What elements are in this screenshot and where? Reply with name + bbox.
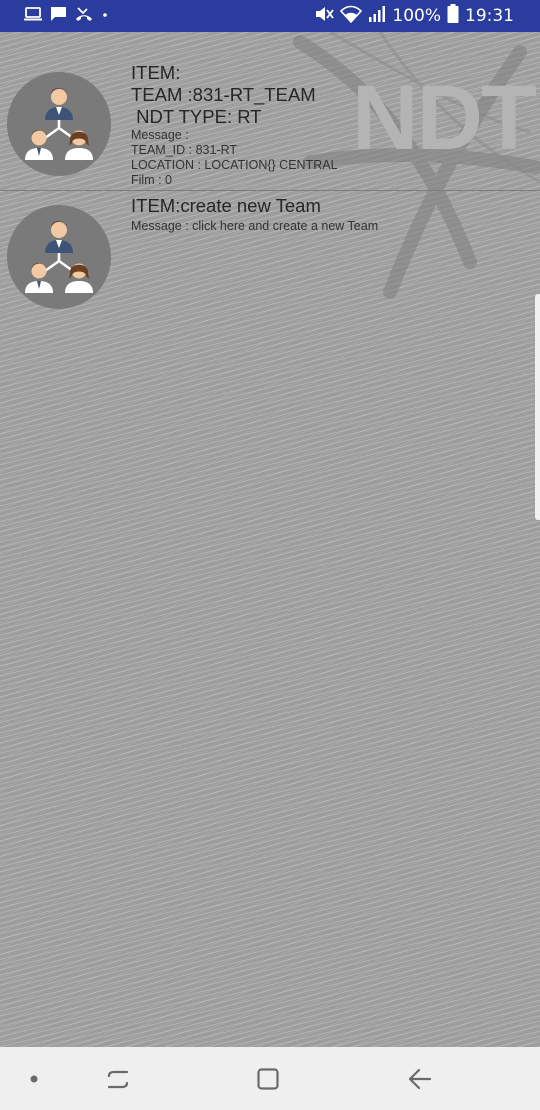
team-id: TEAM_ID : 831-RT: [131, 143, 238, 157]
team-group-icon: [25, 221, 93, 293]
team-group-icon: [25, 88, 93, 160]
team-list-screen: NDT ITEM: TEAM:831-RT_TEAM NDT TYPE: RT…: [0, 32, 540, 1047]
battery-percent: 100%: [392, 6, 441, 26]
film-count: Film : 0: [131, 173, 172, 187]
location: LOCATION : LOCATION{} CENTRAL: [131, 158, 338, 172]
message-icon: [50, 6, 67, 27]
dot-icon: [30, 1075, 38, 1083]
status-bar-right: 100% 19:31: [314, 4, 514, 28]
status-bar: 100% 19:31: [0, 0, 540, 32]
recent-apps-icon: [107, 1070, 129, 1089]
item-label: ITEM:create new Team: [131, 195, 321, 216]
clock: 19:31: [465, 6, 514, 26]
team-details: ITEM: TEAM :831-RT_TEAM NDT TYPE: RT Mes…: [131, 62, 338, 188]
team-avatar: [7, 205, 111, 309]
back-icon: [408, 1068, 432, 1090]
list-item-create-team[interactable]: ITEM:create new Team Message : click her…: [0, 195, 540, 315]
ndt-type: NDT TYPE: RT: [131, 106, 262, 127]
back-button[interactable]: [400, 1065, 440, 1093]
item-label: ITEM:: [131, 62, 181, 83]
message: Message :: [131, 128, 189, 142]
team-avatar: [7, 72, 111, 176]
navigation-bar: [0, 1047, 540, 1110]
laptop-icon: [24, 6, 42, 27]
battery-icon: [447, 4, 459, 28]
mute-icon: [314, 5, 335, 28]
create-team-details: ITEM:create new Team Message : click her…: [131, 195, 378, 234]
team-name: TEAM :831-RT_TEAM: [131, 84, 316, 105]
status-bar-left: [24, 6, 109, 26]
signal-icon: [368, 5, 386, 28]
home-icon: [257, 1068, 279, 1090]
nav-dot-button[interactable]: [14, 1065, 54, 1093]
edge-panel-handle[interactable]: [535, 294, 540, 520]
home-button[interactable]: [248, 1065, 288, 1093]
wifi-icon: [340, 5, 363, 28]
missed-call-icon: [75, 6, 93, 27]
list-item-team[interactable]: ITEM: TEAM :831-RT_TEAM NDT TYPE: RT Mes…: [0, 62, 540, 191]
recent-apps-button[interactable]: [98, 1065, 138, 1093]
message: Message : click here and create a new Te…: [131, 219, 379, 233]
dot-icon: [101, 6, 109, 27]
